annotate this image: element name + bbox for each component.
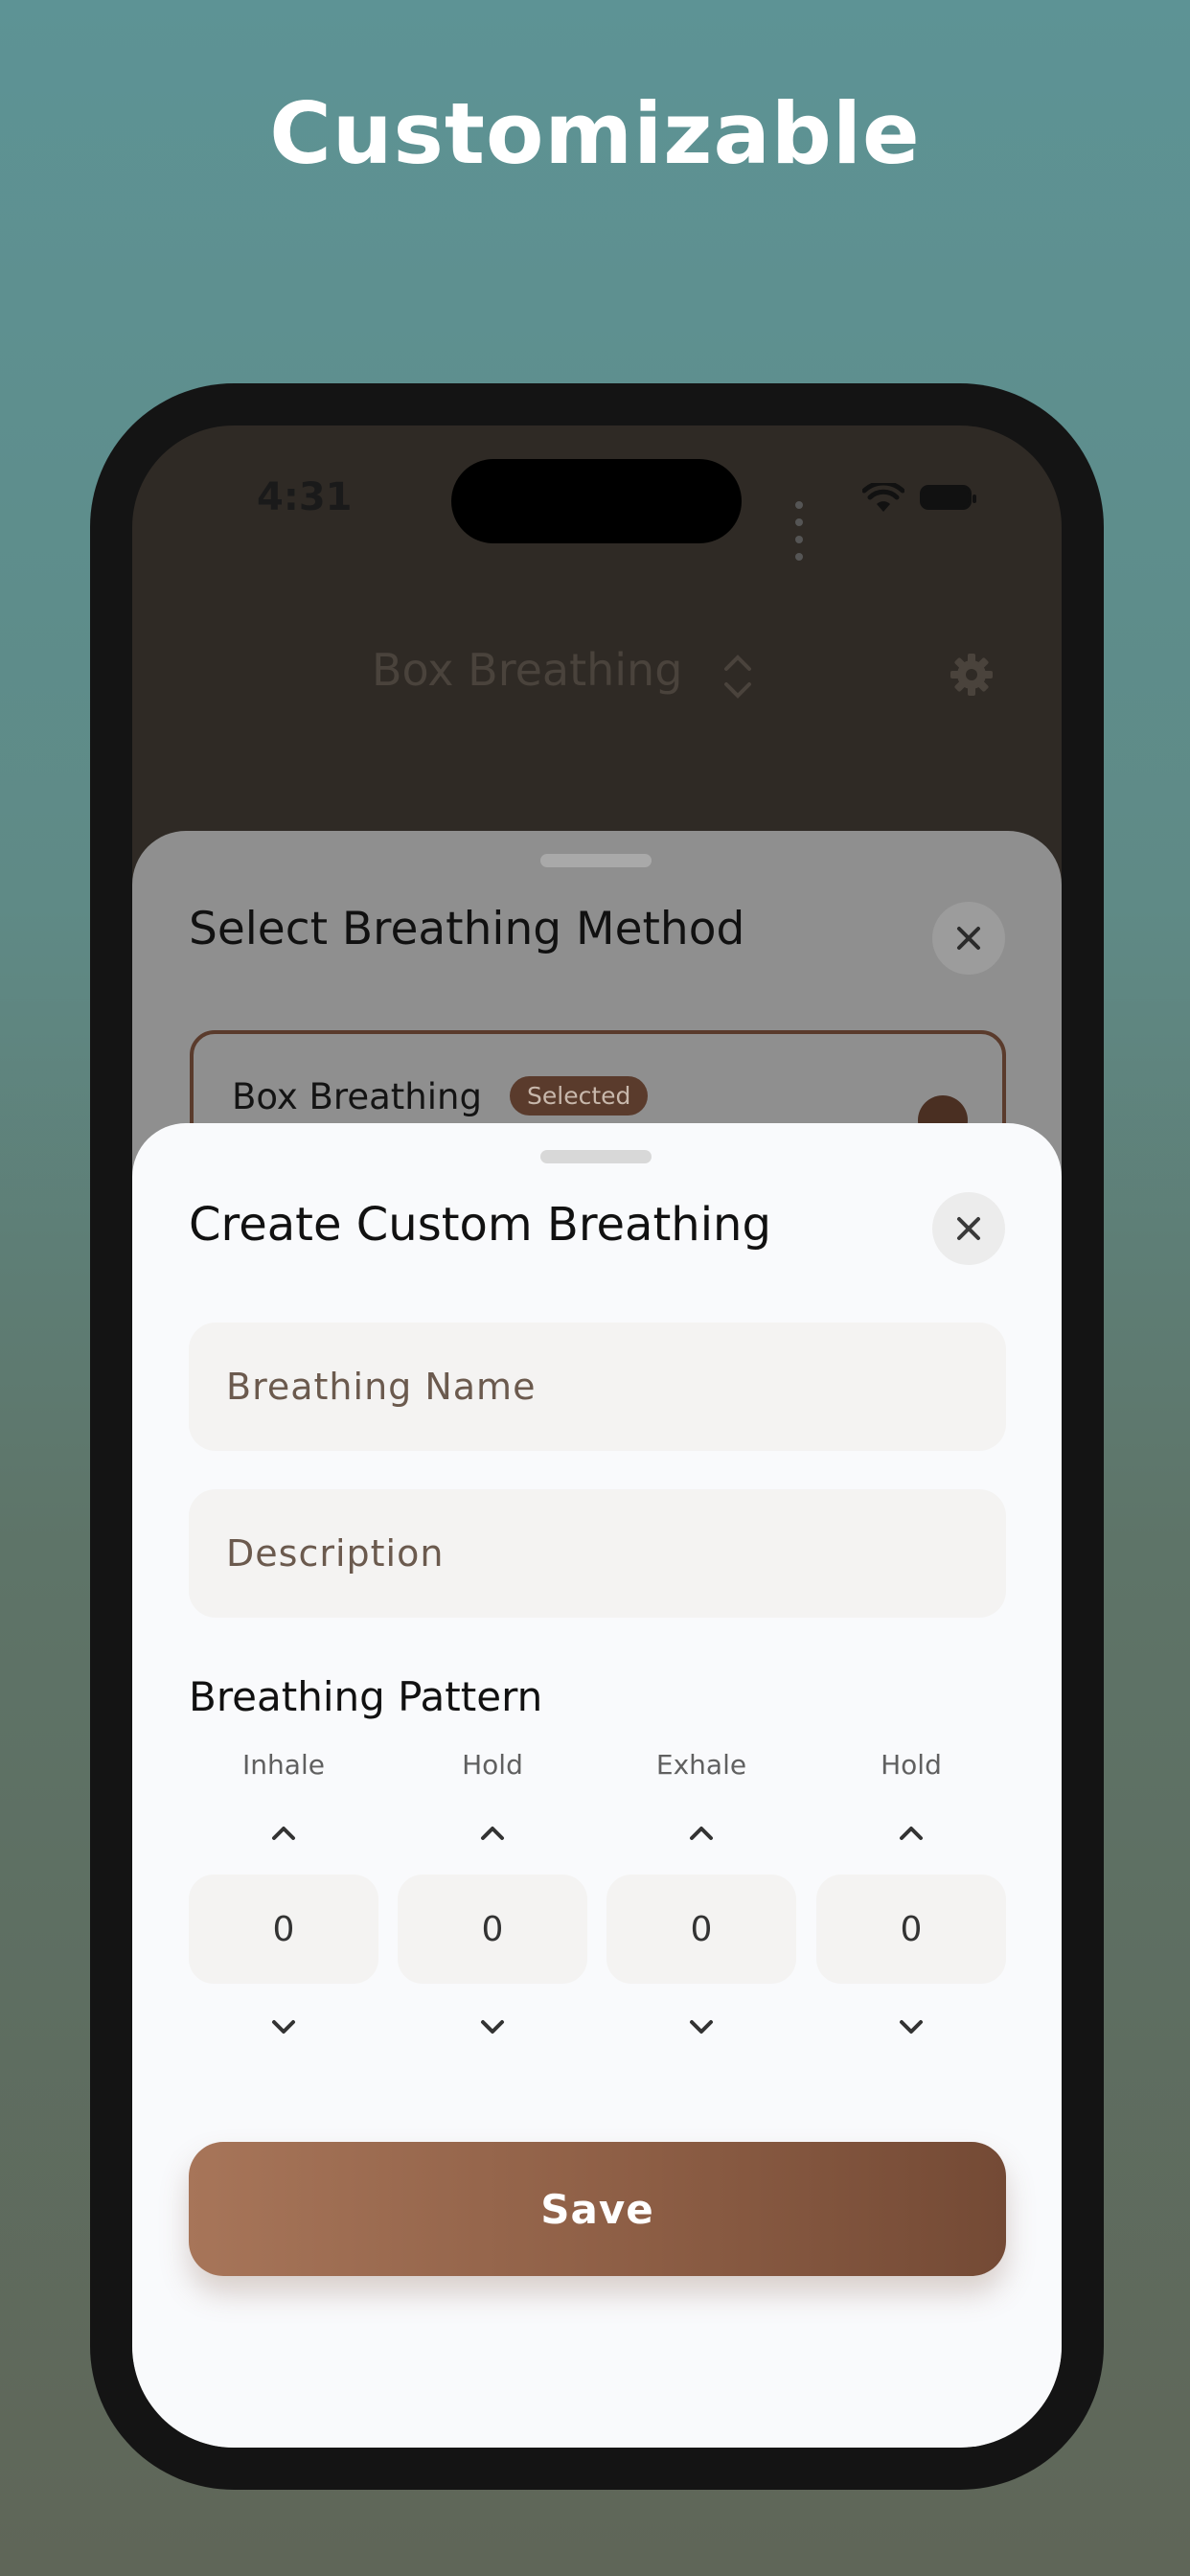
stepper-value[interactable]: 0 bbox=[816, 1874, 1006, 1984]
status-time: 4:31 bbox=[257, 475, 353, 519]
chevron-down-icon[interactable] bbox=[882, 1997, 940, 2055]
stepper-label: Hold bbox=[881, 1749, 942, 1781]
save-button[interactable]: Save bbox=[189, 2142, 1006, 2276]
description-input[interactable] bbox=[189, 1489, 1006, 1618]
dynamic-island bbox=[451, 459, 742, 543]
nav-title[interactable]: Box Breathing bbox=[372, 644, 682, 696]
stepper-label: Inhale bbox=[242, 1749, 325, 1781]
method-item-label: Box Breathing bbox=[232, 1076, 482, 1117]
headline: Customizable bbox=[269, 84, 921, 183]
close-icon bbox=[957, 927, 980, 950]
stepper-value[interactable]: 0 bbox=[189, 1874, 378, 1984]
sheet-handle[interactable] bbox=[540, 854, 652, 867]
chevron-up-down-icon[interactable] bbox=[721, 652, 754, 702]
chevron-down-icon[interactable] bbox=[255, 1997, 312, 2055]
battery-icon bbox=[920, 485, 976, 510]
phone-frame: 4:31 Box Breathing Select Breathing Meth… bbox=[90, 383, 1104, 2490]
inhale-stepper: Inhale 0 bbox=[189, 1744, 378, 2055]
chevron-up-icon[interactable] bbox=[673, 1804, 730, 1861]
close-icon bbox=[957, 1217, 980, 1240]
stepper-label: Hold bbox=[462, 1749, 523, 1781]
sheet-title: Create Custom Breathing bbox=[189, 1198, 771, 1252]
signal-icon bbox=[795, 496, 808, 565]
wifi-icon bbox=[862, 483, 904, 512]
stepper-value[interactable]: 0 bbox=[606, 1874, 796, 1984]
chevron-up-icon[interactable] bbox=[255, 1804, 312, 1861]
breathing-name-input[interactable] bbox=[189, 1322, 1006, 1451]
close-button[interactable] bbox=[932, 902, 1005, 975]
stepper-label: Exhale bbox=[655, 1749, 747, 1781]
hold-stepper: Hold 0 bbox=[398, 1744, 587, 2055]
close-button[interactable] bbox=[932, 1192, 1005, 1265]
custom-breathing-sheet: Create Custom Breathing Breathing Patter… bbox=[132, 1123, 1062, 2448]
chevron-down-icon[interactable] bbox=[464, 1997, 521, 2055]
selected-badge: Selected bbox=[510, 1076, 649, 1116]
stepper-value[interactable]: 0 bbox=[398, 1874, 587, 1984]
sheet-handle[interactable] bbox=[540, 1150, 652, 1163]
hold-after-exhale-stepper: Hold 0 bbox=[816, 1744, 1006, 2055]
phone-screen: 4:31 Box Breathing Select Breathing Meth… bbox=[132, 426, 1062, 2448]
chevron-up-icon[interactable] bbox=[882, 1804, 940, 1861]
chevron-down-icon[interactable] bbox=[673, 1997, 730, 2055]
pattern-label: Breathing Pattern bbox=[189, 1673, 543, 1720]
method-sheet-title: Select Breathing Method bbox=[189, 903, 745, 955]
chevron-up-icon[interactable] bbox=[464, 1804, 521, 1861]
gear-icon[interactable] bbox=[949, 652, 995, 698]
exhale-stepper: Exhale 0 bbox=[606, 1744, 796, 2055]
